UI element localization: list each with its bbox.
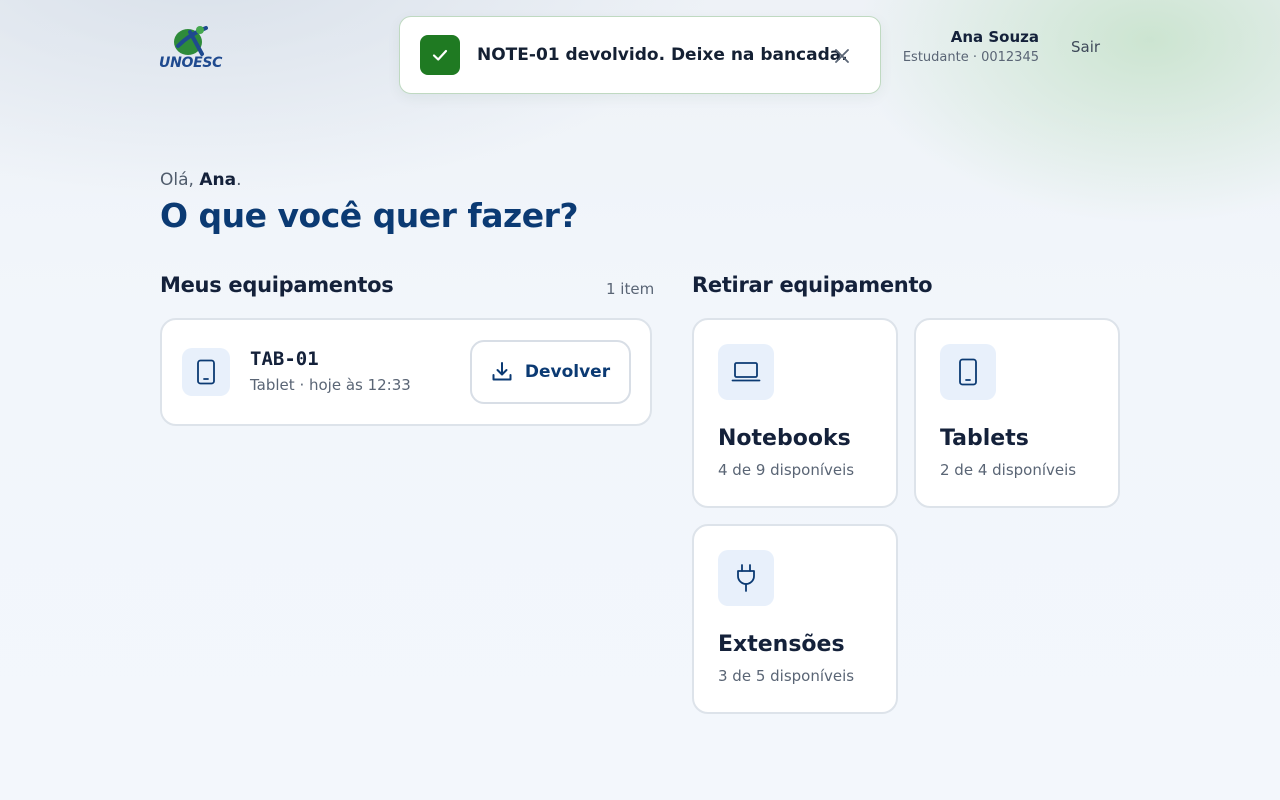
greeting: Olá, Ana. xyxy=(160,170,241,190)
success-toast: NOTE-01 devolvido. Deixe na bancada. xyxy=(399,16,881,94)
close-icon[interactable] xyxy=(832,46,852,66)
category-availability: 2 de 4 disponíveis xyxy=(940,461,1077,479)
plug-icon xyxy=(718,550,774,606)
unoesc-logo[interactable]: UNOESC xyxy=(158,24,224,76)
tablet-icon xyxy=(940,344,996,400)
category-card-notebooks[interactable]: Notebooks 4 de 9 disponíveis xyxy=(692,318,898,508)
return-button-label: Devolver xyxy=(524,362,611,382)
my-equipment-count: 1 item xyxy=(606,280,655,298)
user-name: Ana Souza xyxy=(950,28,1039,46)
category-availability: 4 de 9 disponíveis xyxy=(718,461,855,479)
category-name: Notebooks xyxy=(718,426,851,451)
equipment-code: TAB-01 xyxy=(250,348,319,370)
laptop-icon xyxy=(718,344,774,400)
category-name: Tablets xyxy=(940,426,1029,451)
category-card-tablets[interactable]: Tablets 2 de 4 disponíveis xyxy=(914,318,1120,508)
my-equipment-title: Meus equipamentos xyxy=(160,273,394,297)
tablet-icon xyxy=(182,348,230,396)
return-button[interactable]: Devolver xyxy=(470,340,631,404)
check-icon xyxy=(420,35,460,75)
logo-text: UNOESC xyxy=(159,55,223,71)
equipment-detail: Tablet · hoje às 12:33 xyxy=(250,376,411,394)
user-info: Ana Souza Estudante · 0012345 xyxy=(903,28,1039,65)
logout-link[interactable]: Sair xyxy=(1071,38,1100,56)
greeting-prefix: Olá, xyxy=(160,170,200,190)
user-role: Estudante · 0012345 xyxy=(902,50,1039,65)
greeting-suffix: . xyxy=(236,170,242,190)
download-icon xyxy=(492,362,512,381)
category-availability: 3 de 5 disponíveis xyxy=(718,667,855,685)
logo-mark-icon xyxy=(174,26,208,56)
toast-message: NOTE-01 devolvido. Deixe na bancada. xyxy=(477,45,848,65)
page-title: O que você quer fazer? xyxy=(160,196,579,235)
checkout-title: Retirar equipamento xyxy=(692,273,933,297)
category-card-extensions[interactable]: Extensões 3 de 5 disponíveis xyxy=(692,524,898,714)
category-name: Extensões xyxy=(718,632,845,657)
greeting-name: Ana xyxy=(199,170,237,190)
equipment-item: TAB-01 Tablet · hoje às 12:33 Devolver xyxy=(160,318,652,426)
